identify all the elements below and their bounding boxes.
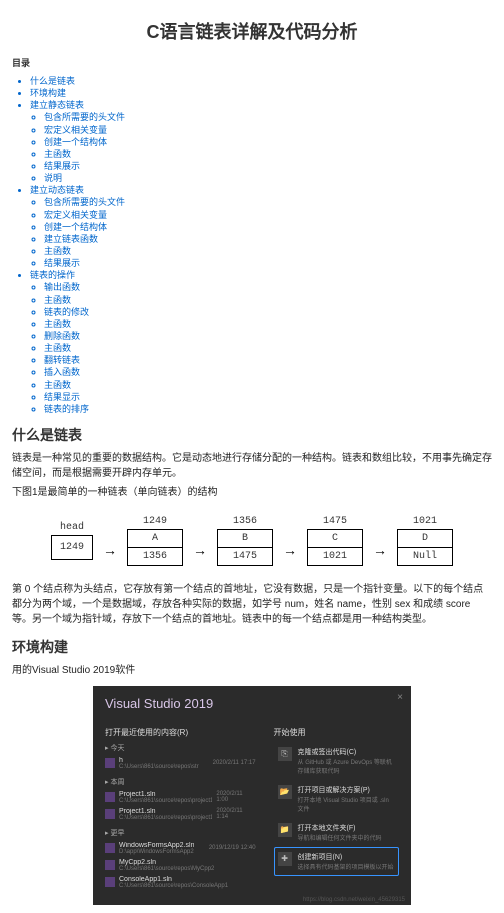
vs-recent-item[interactable]: ConsoleApp1.slnC:\Users\861\source\repos… — [105, 874, 256, 891]
node-address: 1021 — [413, 516, 437, 527]
vs-group-label: ▸ 本周 — [105, 777, 256, 787]
list-node: B 1475 — [217, 529, 273, 566]
vs-recent-item[interactable]: hC:\Users\861\source\repos\str2020/2/11 … — [105, 755, 256, 772]
action-icon: 📂 — [278, 785, 292, 799]
node-address: 1356 — [233, 516, 257, 527]
solution-icon — [105, 877, 115, 887]
paragraph: 下图1是最简单的一种链表（单向链表）的结构 — [12, 485, 492, 500]
toc-item[interactable]: 输出函数 — [44, 281, 492, 293]
list-node: D Null — [397, 529, 453, 566]
node-address: 1249 — [143, 516, 167, 527]
arrow-icon: → — [193, 542, 207, 558]
vs-group-label: ▸ 更早 — [105, 828, 256, 838]
toc-item[interactable]: 宏定义相关变量 — [44, 209, 492, 221]
arrow-icon: → — [373, 542, 387, 558]
close-icon: × — [397, 692, 403, 703]
toc-item[interactable]: 主函数 — [44, 245, 492, 257]
vs-action-item[interactable]: 📂打开项目或解决方案(P)打开本地 Visual Studio 项目或 .sln… — [274, 780, 399, 818]
toc-item[interactable]: 说明 — [44, 172, 492, 184]
toc-heading: 目录 — [12, 56, 492, 69]
linked-list-diagram: head 1249 → 1249 A 1356 → 1356 B 1475 → … — [12, 510, 492, 572]
vs-recent-heading: 打开最近使用的内容(R) — [105, 727, 256, 738]
list-node: A 1356 — [127, 529, 183, 566]
toc-item[interactable]: 什么是链表 — [30, 75, 492, 87]
toc-item[interactable]: 宏定义相关变量 — [44, 124, 492, 136]
vs-action-item[interactable]: 📁打开本地文件夹(F)导航和编辑任何文件夹中的代码 — [274, 818, 399, 847]
toc-item[interactable]: 主函数 — [44, 294, 492, 306]
list-node: C 1021 — [307, 529, 363, 566]
toc-item[interactable]: 主函数 — [44, 318, 492, 330]
arrow-icon: → — [283, 542, 297, 558]
toc-item[interactable]: 主函数 — [44, 379, 492, 391]
vs-getstarted-panel: 开始使用 ⎘克隆或签出代码(C)从 GitHub 或 Azure DevOps … — [274, 721, 399, 891]
toc-item[interactable]: 建立静态链表包含所需要的头文件宏定义相关变量创建一个结构体主函数结果展示说明 — [30, 99, 492, 184]
toc-item[interactable]: 建立链表函数 — [44, 233, 492, 245]
vs-recent-item[interactable]: Project1.slnC:\Users\861\source\repos\pr… — [105, 806, 256, 823]
toc-item[interactable]: 翻转链表 — [44, 354, 492, 366]
toc-item[interactable]: 环境构建 — [30, 87, 492, 99]
toc-item[interactable]: 结果展示 — [44, 160, 492, 172]
paragraph: 链表是一种常见的重要的数据结构。它是动态地进行存储分配的一种结构。链表和数组比较… — [12, 451, 492, 481]
solution-icon — [105, 758, 115, 768]
action-icon: ✚ — [278, 852, 292, 866]
solution-icon — [105, 792, 115, 802]
node-data: C — [308, 530, 362, 548]
action-icon: 📁 — [278, 823, 292, 837]
vs-recent-item[interactable]: MyCpp2.slnC:\Users\861\source\repos\MyCp… — [105, 857, 256, 874]
toc-item[interactable]: 插入函数 — [44, 366, 492, 378]
toc-item[interactable]: 链表的操作输出函数主函数链表的修改主函数删除函数主函数翻转链表插入函数主函数结果… — [30, 269, 492, 415]
watermark: https://blog.csdn.net/weixin_45629315 — [303, 897, 405, 903]
toc-item[interactable]: 包含所需要的头文件 — [44, 111, 492, 123]
toc-item[interactable]: 建立动态链表包含所需要的头文件宏定义相关变量创建一个结构体建立链表函数主函数结果… — [30, 184, 492, 269]
solution-icon — [105, 809, 115, 819]
node-data: B — [218, 530, 272, 548]
toc-item[interactable]: 结果展示 — [44, 257, 492, 269]
paragraph: 第 0 个结点称为头结点，它存放有第一个结点的首地址，它没有数据，只是一个指针变… — [12, 582, 492, 627]
node-data: A — [128, 530, 182, 548]
vs-recent-panel: 打开最近使用的内容(R) ▸ 今天 hC:\Users\861\source\re… — [105, 721, 256, 891]
action-icon: ⎘ — [278, 747, 292, 761]
vs-recent-item[interactable]: Project1.slnC:\Users\861\source\repos\pr… — [105, 789, 256, 806]
toc-item[interactable]: 删除函数 — [44, 330, 492, 342]
vs-title: Visual Studio 2019 — [105, 696, 399, 711]
toc-item[interactable]: 创建一个结构体 — [44, 136, 492, 148]
visual-studio-start-screenshot: × Visual Studio 2019 打开最近使用的内容(R) ▸ 今天 hC… — [93, 686, 411, 905]
vs-group-label: ▸ 今天 — [105, 743, 256, 753]
arrow-icon: → — [103, 542, 117, 558]
toc-item[interactable]: 链表的排序 — [44, 403, 492, 415]
toc-item[interactable]: 包含所需要的头文件 — [44, 196, 492, 208]
vs-recent-item[interactable]: WindowsFormsApp2.slnD:\app\WindowsFormsA… — [105, 840, 256, 857]
paragraph: 用的Visual Studio 2019软件 — [12, 663, 492, 678]
head-label: head — [60, 522, 84, 533]
table-of-contents: 什么是链表环境构建建立静态链表包含所需要的头文件宏定义相关变量创建一个结构体主函… — [12, 75, 492, 415]
vs-action-item[interactable]: ✚创建新项目(N)选择具有代码基架的项目模板以开始 — [274, 847, 399, 876]
page-title: C语言链表详解及代码分析 — [12, 18, 492, 44]
vs-getstarted-heading: 开始使用 — [274, 727, 399, 738]
toc-item[interactable]: 结果显示 — [44, 391, 492, 403]
toc-item[interactable]: 主函数 — [44, 148, 492, 160]
node-address: 1475 — [323, 516, 347, 527]
head-node: 1249 — [51, 535, 93, 560]
solution-icon — [105, 843, 115, 853]
toc-item[interactable]: 主函数 — [44, 342, 492, 354]
node-data: D — [398, 530, 452, 548]
toc-item[interactable]: 创建一个结构体 — [44, 221, 492, 233]
node-next: Null — [398, 548, 452, 565]
node-next: 1475 — [218, 548, 272, 565]
node-next: 1356 — [128, 548, 182, 565]
toc-item[interactable]: 链表的修改 — [44, 306, 492, 318]
section-heading-what-is-linked-list: 什么是链表 — [12, 425, 492, 445]
section-heading-env: 环境构建 — [12, 637, 492, 657]
vs-action-item[interactable]: ⎘克隆或签出代码(C)从 GitHub 或 Azure DevOps 等联机存储… — [274, 742, 399, 780]
node-next: 1021 — [308, 548, 362, 565]
solution-icon — [105, 860, 115, 870]
